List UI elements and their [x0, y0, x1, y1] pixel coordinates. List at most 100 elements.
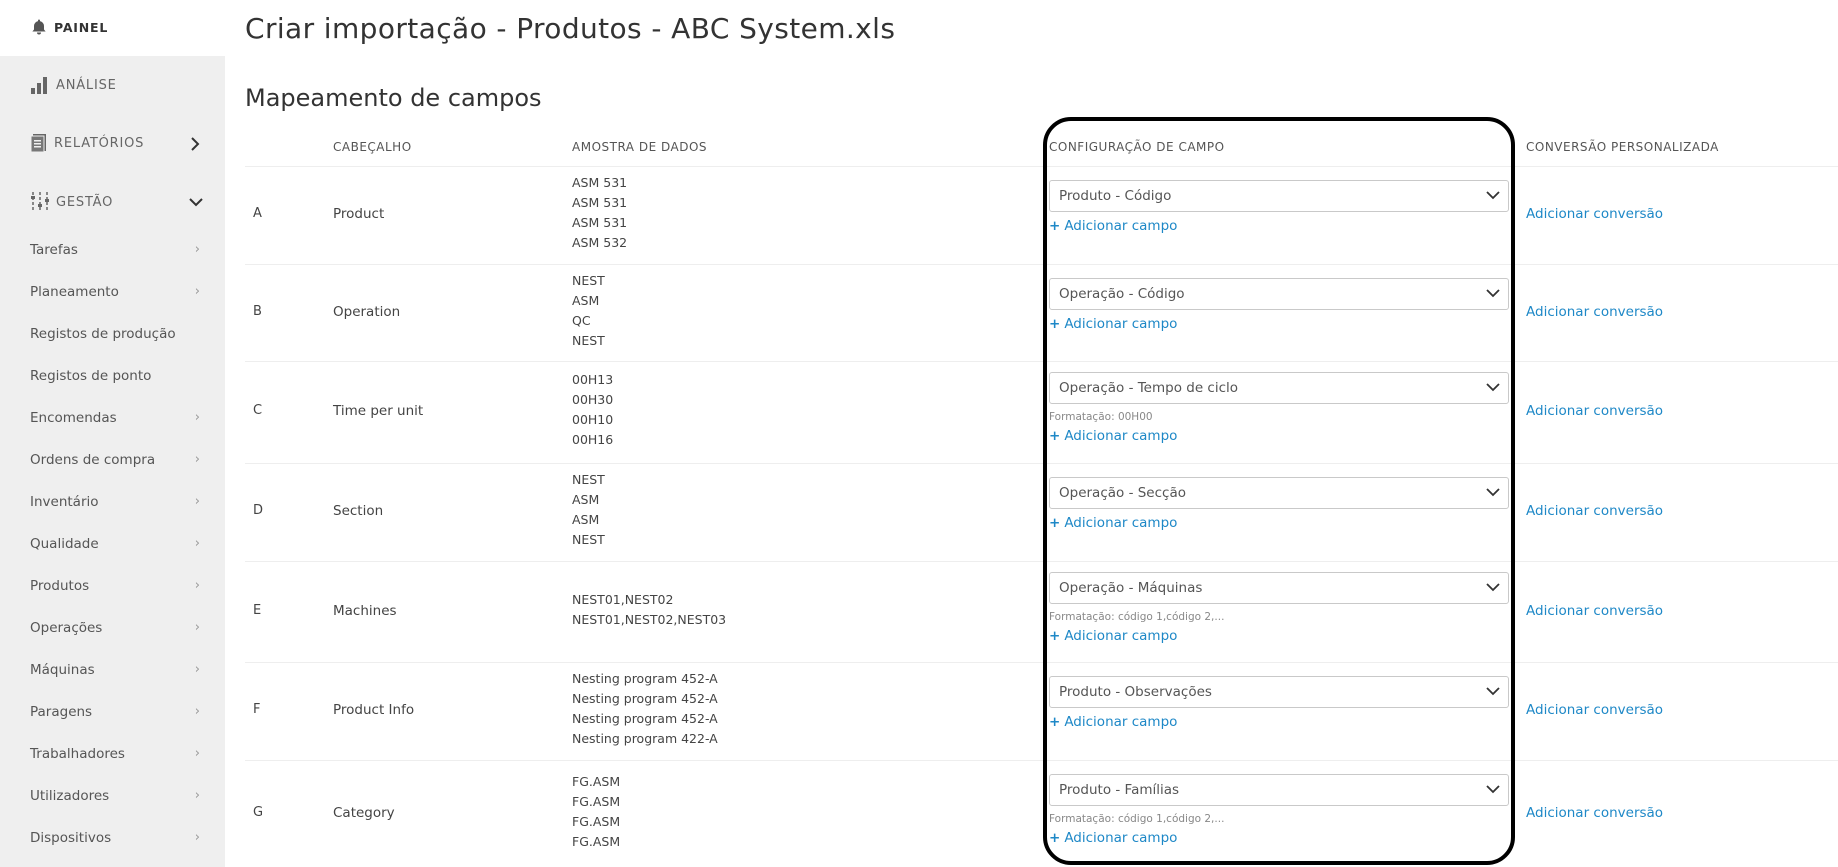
sidebar-subitem[interactable]: Trabalhadores › — [30, 744, 200, 764]
row-divider — [245, 662, 1838, 663]
add-field-link[interactable]: + Adicionar campo — [1049, 316, 1177, 332]
chevron-right-icon: › — [194, 704, 200, 719]
chevron-right-icon: › — [194, 788, 200, 803]
chevron-right-icon[interactable] — [190, 137, 200, 151]
sample-value: Nesting program 452-A — [572, 711, 718, 726]
column-header-config: CONFIGURAÇÃO DE CAMPO — [1049, 140, 1225, 154]
chevron-down-icon[interactable] — [189, 197, 203, 207]
sidebar-subitem[interactable]: Operações › — [30, 618, 200, 638]
plus-icon: + — [1049, 515, 1061, 531]
sidebar-subitem[interactable]: Qualidade › — [30, 534, 200, 554]
chevron-down-icon — [1486, 687, 1500, 696]
add-field-link[interactable]: + Adicionar campo — [1049, 714, 1177, 730]
add-field-label: Adicionar campo — [1064, 829, 1178, 846]
row-header: Machines — [333, 602, 397, 619]
sidebar-item-painel[interactable]: PAINEL — [30, 18, 108, 36]
plus-icon: + — [1049, 714, 1061, 730]
row-letter: A — [253, 206, 262, 221]
sidebar-subitem[interactable]: Registos de ponto — [30, 366, 200, 386]
sample-value: FG.ASM — [572, 813, 621, 829]
field-select[interactable]: Operação - Tempo de ciclo — [1049, 372, 1509, 404]
sidebar-subitem[interactable]: Inventário › — [30, 492, 200, 512]
sidebar-item-label: RELATÓRIOS — [54, 135, 145, 151]
add-conversion-link[interactable]: Adicionar conversão — [1526, 503, 1663, 519]
chevron-right-icon: › — [194, 284, 200, 299]
sidebar-subitem[interactable]: Produtos › — [30, 576, 200, 596]
sidebar-subitem-label: Inventário — [30, 494, 99, 510]
add-field-label: Adicionar campo — [1064, 218, 1178, 234]
chevron-down-icon — [1486, 582, 1500, 591]
add-field-label: Adicionar campo — [1064, 627, 1178, 644]
add-conversion-link[interactable]: Adicionar conversão — [1526, 304, 1663, 320]
sidebar-item-analise[interactable]: ANÁLISE — [30, 75, 117, 95]
sample-value: 00H10 — [572, 412, 614, 427]
sidebar-item-label: GESTÃO — [56, 194, 114, 210]
chevron-down-icon — [1486, 383, 1500, 392]
row-divider — [245, 166, 1838, 167]
sidebar-subitem[interactable]: Tarefas › — [30, 240, 200, 260]
row-letter: B — [253, 303, 262, 319]
sidebar-subitem[interactable]: Registos de produção — [30, 324, 200, 344]
sidebar-subitem[interactable]: Utilizadores › — [30, 786, 200, 806]
add-field-label: Adicionar campo — [1064, 428, 1178, 444]
field-format-hint: Formatação: código 1,código 2,... — [1049, 812, 1225, 825]
sample-value: NEST — [572, 472, 605, 487]
add-field-link[interactable]: + Adicionar campo — [1049, 830, 1177, 846]
sample-value: ASM 531 — [572, 215, 628, 230]
row-letter: G — [253, 804, 264, 820]
sidebar-subitem-label: Qualidade — [30, 536, 99, 552]
row-header: Product Info — [333, 702, 415, 718]
add-conversion-link[interactable]: Adicionar conversão — [1526, 702, 1663, 718]
add-conversion-link[interactable]: Adicionar conversão — [1526, 603, 1663, 619]
sample-value: FG.ASM — [572, 773, 621, 789]
row-sample-data: FG.ASM FG.ASM FG.ASM FG.ASM — [572, 772, 620, 852]
field-select[interactable]: Operação - Secção — [1049, 477, 1509, 509]
report-icon — [30, 134, 46, 153]
add-field-link[interactable]: + Adicionar campo — [1049, 515, 1177, 531]
plus-icon: + — [1049, 627, 1061, 644]
sample-value: ASM 531 — [572, 175, 628, 190]
row-sample-data: NEST ASM ASM NEST — [572, 470, 605, 550]
add-conversion-link[interactable]: Adicionar conversão — [1526, 403, 1663, 419]
chevron-right-icon: › — [194, 410, 200, 425]
add-field-label: Adicionar campo — [1064, 714, 1178, 730]
plus-icon: + — [1049, 315, 1061, 332]
sidebar-subitem[interactable]: Ordens de compra › — [30, 450, 200, 470]
field-select[interactable]: Produto - Observações — [1049, 676, 1509, 708]
field-select[interactable]: Operação - Máquinas — [1049, 571, 1509, 604]
sidebar-subitem[interactable]: Planeamento › — [30, 282, 200, 302]
sidebar-subitem[interactable]: Dispositivos › — [30, 828, 200, 848]
sidebar-subitem[interactable]: Paragens › — [30, 702, 200, 722]
row-header: Product — [333, 206, 385, 222]
chevron-down-icon — [1486, 288, 1500, 297]
sidebar-subitem[interactable]: Máquinas › — [30, 660, 200, 680]
add-field-link[interactable]: + Adicionar campo — [1049, 218, 1177, 234]
chevron-right-icon: › — [194, 662, 200, 677]
sample-value: NEST — [572, 272, 605, 288]
sidebar-item-relatorios[interactable]: RELATÓRIOS — [30, 133, 144, 153]
sidebar: PAINEL ANÁLISE RELATÓRIOS GESTÃO Tarefas… — [0, 0, 225, 867]
column-header-header: CABEÇALHO — [333, 140, 412, 154]
row-divider — [245, 463, 1838, 464]
add-field-link[interactable]: + Adicionar campo — [1049, 428, 1177, 444]
sidebar-item-gestao[interactable]: GESTÃO — [30, 191, 113, 213]
sidebar-subitem-label: Trabalhadores — [30, 746, 125, 762]
add-field-label: Adicionar campo — [1064, 515, 1178, 531]
add-conversion-link[interactable]: Adicionar conversão — [1526, 805, 1663, 821]
row-header: Category — [333, 804, 395, 821]
chevron-right-icon: › — [194, 242, 200, 257]
field-select[interactable]: Produto - Famílias — [1049, 773, 1509, 806]
add-field-link[interactable]: + Adicionar campo — [1049, 628, 1177, 644]
field-select[interactable]: Operação - Código — [1049, 277, 1509, 310]
row-divider — [245, 361, 1838, 362]
sample-value: 00H16 — [572, 432, 614, 447]
chevron-down-icon — [1486, 784, 1500, 793]
chevron-right-icon: › — [194, 494, 200, 509]
field-select[interactable]: Produto - Código — [1049, 180, 1509, 212]
row-sample-data: 00H13 00H30 00H10 00H16 — [572, 370, 613, 450]
add-conversion-link[interactable]: Adicionar conversão — [1526, 206, 1663, 222]
sample-value: NEST — [572, 532, 605, 547]
row-sample-data: Nesting program 452-A Nesting program 452… — [572, 669, 718, 749]
sidebar-subitem[interactable]: Encomendas › — [30, 408, 200, 428]
sample-value: 00H30 — [572, 392, 614, 407]
